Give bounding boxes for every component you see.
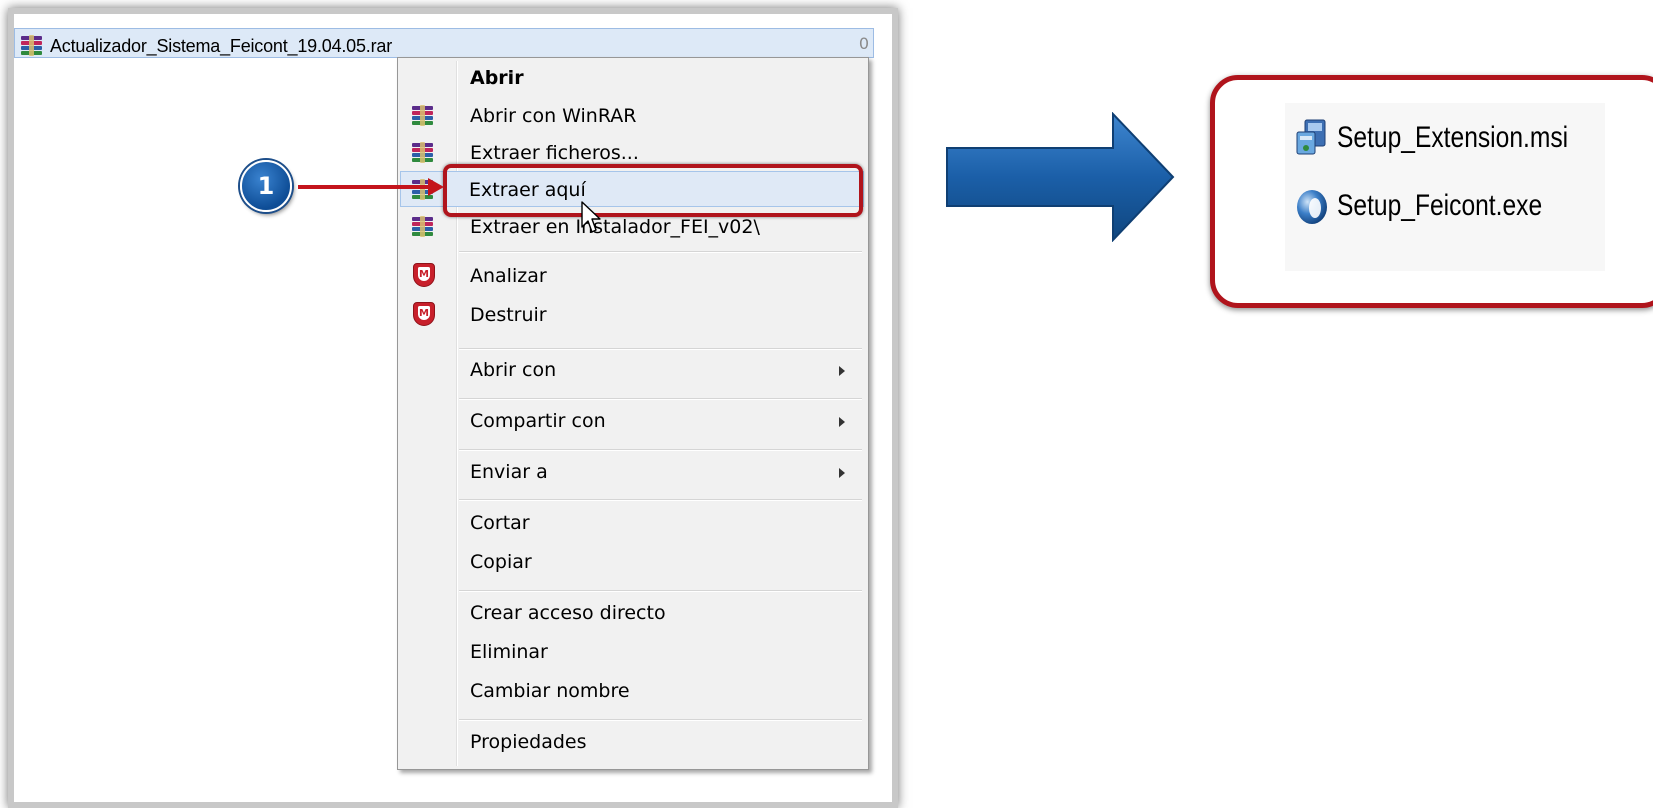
menu-item-label: Copiar [470,551,532,573]
menu-item-label: Cortar [470,512,530,534]
menu-item-label: Abrir [470,67,524,89]
menu-item-label: Crear acceso directo [470,602,666,624]
menu-item-destruir[interactable]: M Destruir [401,297,865,333]
setup-exe-icon [1297,190,1327,224]
menu-item-compartir-con[interactable]: Compartir con [401,403,865,439]
highlight-box [443,164,863,217]
menu-item-label: Propiedades [470,731,587,753]
extracted-files-list: Setup_Extension.msi Setup_Feicont.exe [1285,103,1605,271]
menu-item-label: Abrir con WinRAR [470,105,637,127]
mouse-cursor-icon [581,201,601,233]
extracted-files-box: Setup_Extension.msi Setup_Feicont.exe [1210,75,1653,308]
rar-file-item[interactable]: Actualizador_Sistema_Feicont_19.04.05.ra… [20,34,392,58]
menu-item-label: Extraer en Instalador_FEI_v02\ [470,216,760,238]
menu-item-label: Compartir con [470,410,606,432]
menu-item-copiar[interactable]: Copiar [401,544,865,580]
winrar-icon [411,105,437,129]
menu-separator [459,590,862,592]
winrar-icon [411,216,437,240]
winrar-icon [20,35,44,57]
result-file-msi[interactable]: Setup_Extension.msi [1295,115,1619,161]
menu-item-eliminar[interactable]: Eliminar [401,634,865,670]
result-file-name: Setup_Extension.msi [1337,121,1569,154]
file-name: Actualizador_Sistema_Feicont_19.04.05.ra… [50,35,393,56]
winrar-icon [411,142,437,166]
menu-item-label: Extraer ficheros... [470,142,639,164]
menu-item-label: Analizar [470,265,547,287]
result-file-exe[interactable]: Setup_Feicont.exe [1295,183,1587,229]
step-badge: 1 [240,160,292,212]
menu-separator [459,719,862,721]
mcafee-icon: M [413,302,435,326]
menu-item-abrir[interactable]: Abrir [401,60,865,96]
column-fragment: 0 [858,34,869,53]
submenu-arrow-icon [839,417,845,427]
menu-item-enviar-a[interactable]: Enviar a [401,454,865,490]
menu-item-cortar[interactable]: Cortar [401,505,865,541]
menu-separator [459,348,862,350]
menu-item-abrir-con-winrar[interactable]: Abrir con WinRAR [401,98,865,134]
menu-separator [459,449,862,451]
menu-item-cambiar-nombre[interactable]: Cambiar nombre [401,673,865,709]
menu-item-abrir-con[interactable]: Abrir con [401,352,865,388]
menu-item-label: Cambiar nombre [470,680,630,702]
menu-item-label: Destruir [470,304,547,326]
menu-item-label: Enviar a [470,461,548,483]
menu-item-label: Abrir con [470,359,557,381]
mcafee-icon: M [413,263,435,287]
result-file-name: Setup_Feicont.exe [1337,189,1543,222]
msi-installer-icon [1296,119,1326,155]
submenu-arrow-icon [839,468,845,478]
menu-separator [459,499,862,501]
big-arrow-right-icon [946,112,1175,242]
menu-separator [459,251,862,253]
menu-separator [459,398,862,400]
connector-arrowhead-icon [428,178,444,196]
menu-item-label: Eliminar [470,641,548,663]
menu-item-propiedades[interactable]: Propiedades [401,724,865,760]
connector-line [298,185,430,189]
submenu-arrow-icon [839,366,845,376]
menu-item-analizar[interactable]: M Analizar [401,258,865,294]
menu-item-crear-acceso-directo[interactable]: Crear acceso directo [401,595,865,631]
